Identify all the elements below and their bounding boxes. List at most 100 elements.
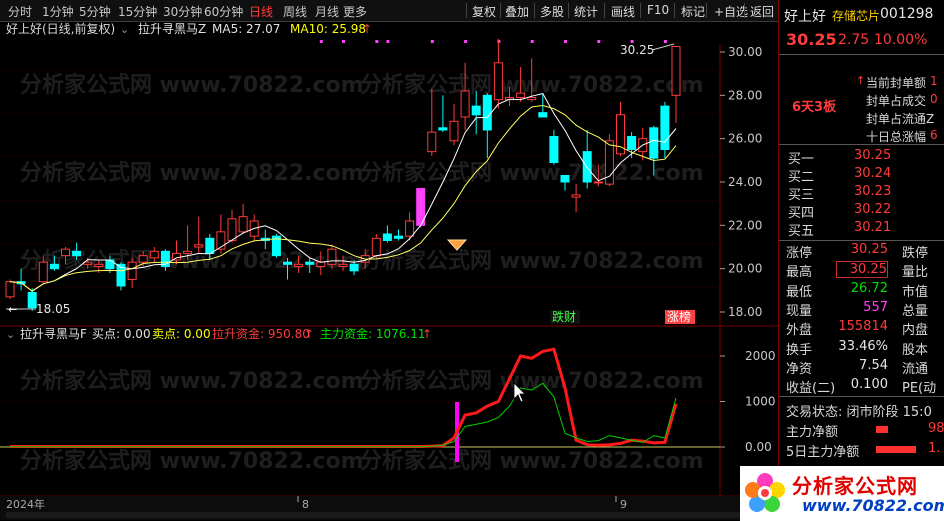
- sub-expand-icon[interactable]: ⌄: [6, 328, 15, 341]
- quote-label-5: 换手: [786, 342, 813, 358]
- tool-button-8[interactable]: 返回: [750, 3, 774, 20]
- stock-tag[interactable]: 存储芯片: [832, 7, 880, 24]
- period-tab-6[interactable]: 日线: [249, 3, 273, 20]
- candle-body-0: [5, 281, 15, 298]
- divider-3: [779, 240, 944, 241]
- candle-body-12: [138, 255, 148, 263]
- quote-label2-6: 流通: [902, 361, 929, 377]
- watermark-8: 分析家公式网 www.70822.com: [20, 448, 364, 474]
- limit-dot-early-2: [375, 40, 379, 43]
- quote-label-7: 收益(二): [786, 381, 836, 397]
- logo-box: 分析家公式网 www.70822.com: [740, 466, 944, 521]
- limit-dot-5: [597, 40, 601, 43]
- period-tab-9[interactable]: 更多: [343, 3, 367, 20]
- candle-body-38: [427, 131, 437, 153]
- tool-button-7[interactable]: +自选: [714, 3, 748, 20]
- seal-value-1: 0: [930, 92, 938, 106]
- tool-button-3[interactable]: 统计: [574, 3, 598, 20]
- divider-1: [779, 54, 944, 55]
- watermark-5: 分析家公式网 www.70822.com: [360, 248, 704, 274]
- period-tab-2[interactable]: 5分钟: [79, 3, 111, 20]
- limit-dot-1: [464, 40, 468, 43]
- candle-body-17: [194, 244, 204, 248]
- candle-body-21: [238, 216, 248, 233]
- quote-value-0: 30.25: [850, 242, 888, 257]
- ma5-label: MA5: 27.07: [212, 22, 280, 36]
- quote-label2-5: 股本: [902, 342, 929, 358]
- seal-label-3: 十日总涨幅: [866, 130, 927, 144]
- candle-body-18: [205, 237, 215, 254]
- indicator-name-main[interactable]: 拉升寻黑马Z: [138, 22, 206, 36]
- chart-area[interactable]: 好上好(日线,前复权) ⌄ 拉升寻黑马Z MA5: 27.07 MA10: 25…: [0, 22, 778, 520]
- watermark-0: 分析家公式网 www.70822.com: [20, 72, 364, 98]
- seal-value-3: 6: [930, 128, 938, 142]
- candle-body-34: [382, 233, 392, 241]
- period-tab-7[interactable]: 周线: [283, 3, 307, 20]
- tool-button-5[interactable]: F10: [647, 3, 669, 17]
- ma10-arrow-icon: ↑: [362, 22, 372, 36]
- price-label-4: 22.00: [728, 218, 762, 232]
- ob-price-2[interactable]: 30.23: [854, 184, 891, 199]
- quote-label2-0: 跌停: [902, 246, 929, 261]
- watermark-6: 分析家公式网 www.70822.com: [20, 368, 364, 394]
- ob-price-1[interactable]: 30.24: [854, 166, 891, 181]
- tag-zhangbang: 涨榜: [667, 309, 691, 324]
- candle-body-33: [371, 237, 381, 257]
- candle-body-31: [349, 263, 359, 272]
- quote-label-3: 现量: [786, 303, 813, 319]
- watermark-9: 分析家公式网 www.70822.com: [360, 448, 704, 474]
- candle-body-43: [482, 94, 492, 131]
- toolbar-separator-6: [674, 3, 675, 18]
- toolbar-separator-0: [466, 3, 467, 18]
- date-label-aug: 8: [302, 498, 309, 511]
- tool-button-0[interactable]: 复权: [472, 3, 496, 20]
- ob-price-0[interactable]: 30.25: [854, 148, 891, 163]
- ob-price-4[interactable]: 30.21: [854, 220, 891, 235]
- date-label-year: 2024年: [6, 497, 45, 511]
- period-tab-0[interactable]: 分时: [8, 3, 32, 20]
- candle-body-29: [327, 248, 337, 265]
- sub-label-1: 1000: [745, 395, 776, 409]
- tool-button-4[interactable]: 画线: [611, 3, 635, 20]
- expand-icon[interactable]: ⌄: [120, 23, 129, 36]
- limit-dot-0: [430, 40, 434, 43]
- toolbar-separator-5: [640, 3, 641, 18]
- ob-label-0: 买一: [788, 152, 815, 167]
- period-tab-1[interactable]: 1分钟: [42, 3, 74, 20]
- flow-bar-0: [876, 426, 888, 433]
- seal-label-1: 封单占成交: [866, 94, 927, 108]
- buy-point-label: 买点: 0.00: [92, 327, 151, 341]
- divider-4: [779, 396, 944, 397]
- flower-logo-icon: [744, 472, 786, 514]
- quote-label2-1: 量比: [902, 265, 929, 281]
- candle-body-5: [61, 248, 70, 257]
- quote-value-2: 26.72: [850, 280, 888, 296]
- toolbar-separator-1: [500, 3, 501, 18]
- quote-label-0: 涨停: [786, 246, 813, 261]
- flow-label-1: 5日主力净额: [786, 445, 860, 460]
- chart-title: 好上好(日线,前复权): [6, 22, 115, 36]
- chart-scrollbar[interactable]: [6, 512, 766, 518]
- indicator-name-sub[interactable]: 拉升寻黑马F: [20, 326, 87, 341]
- tool-button-6[interactable]: 标记: [681, 3, 705, 20]
- period-tab-3[interactable]: 15分钟: [118, 3, 157, 20]
- last-price: 30.25: [786, 30, 837, 49]
- toolbar-separator-4: [604, 3, 605, 18]
- sell-point-label: 卖点: 0.00: [152, 327, 211, 341]
- tool-button-1[interactable]: 叠加: [505, 3, 529, 20]
- tool-button-2[interactable]: 多股: [540, 3, 564, 20]
- candle-body-26: [294, 263, 304, 267]
- candle-body-28: [316, 261, 326, 267]
- quote-label2-2: 市值: [902, 284, 929, 300]
- candle-body-3: [38, 261, 48, 283]
- toolbar-separator-3: [568, 3, 569, 18]
- quote-label2-7: PE(动: [902, 381, 937, 397]
- seal-label-2: 封单占流通Z: [866, 112, 935, 126]
- period-tab-8[interactable]: 月线: [315, 3, 339, 20]
- limit-dot-3: [530, 40, 534, 43]
- period-tab-4[interactable]: 30分钟: [163, 3, 202, 20]
- date-label-sep: 9: [620, 498, 627, 511]
- ob-price-3[interactable]: 30.22: [854, 202, 891, 217]
- period-tab-5[interactable]: 60分钟: [204, 3, 243, 20]
- price-label-5: 20.00: [728, 262, 762, 276]
